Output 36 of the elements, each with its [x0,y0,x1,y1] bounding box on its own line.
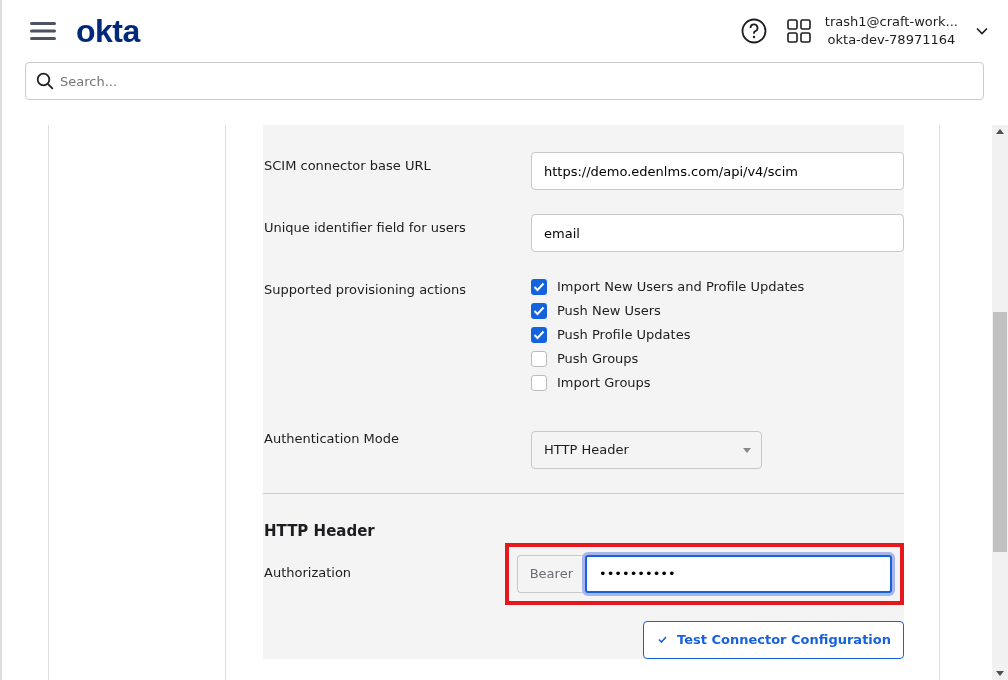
text-field[interactable]: email [531,214,904,252]
checkbox[interactable] [531,351,547,367]
checkbox[interactable] [531,279,547,295]
checkbox-label[interactable]: Import New Users and Profile Updates [557,277,805,297]
user-email[interactable]: trash1@craft-work... [824,13,958,31]
field-label: Authorization [264,563,353,582]
menu-icon[interactable] [30,21,56,41]
grid-icon[interactable] [786,19,811,43]
field-label: Supported provisioning actions [264,281,467,299]
checkbox-label[interactable]: Push Groups [557,349,639,369]
logo[interactable]: okta [76,15,140,47]
scrollbar-thumb[interactable] [993,312,1007,552]
section-title: HTTP Header [264,521,376,542]
help-icon[interactable] [740,18,767,44]
field-label: SCIM connector base URL [264,157,432,175]
checkbox-label[interactable]: Push Profile Updates [557,325,691,345]
dropdown-value: HTTP Header [544,441,629,460]
password-field[interactable]: •••••••••• [585,554,892,593]
chevron-down-icon[interactable] [976,27,988,35]
field-label: Authentication Mode [264,430,400,448]
text-field[interactable]: https://demo.edenlms.com/api/v4/scim [531,152,904,190]
checkbox-label[interactable]: Import Groups [557,373,651,393]
search-field[interactable]: Search... [25,62,984,100]
field-label: Unique identifier field for users [264,219,467,237]
checkbox[interactable] [531,327,547,343]
checkbox[interactable] [531,303,547,319]
checkbox[interactable] [531,375,547,391]
test-connector-button[interactable]: Test Connector Configuration [643,620,904,659]
org-name[interactable]: okta-dev-78971164 [824,31,958,49]
dropdown[interactable]: HTTP Header [531,431,762,469]
caret-down-icon [743,447,751,453]
check-icon [658,636,667,643]
scroll-up-icon[interactable] [996,129,1004,134]
checkbox-label[interactable]: Push New Users [557,301,661,321]
scrollbar[interactable] [992,125,1008,680]
scroll-down-icon[interactable] [996,671,1004,676]
